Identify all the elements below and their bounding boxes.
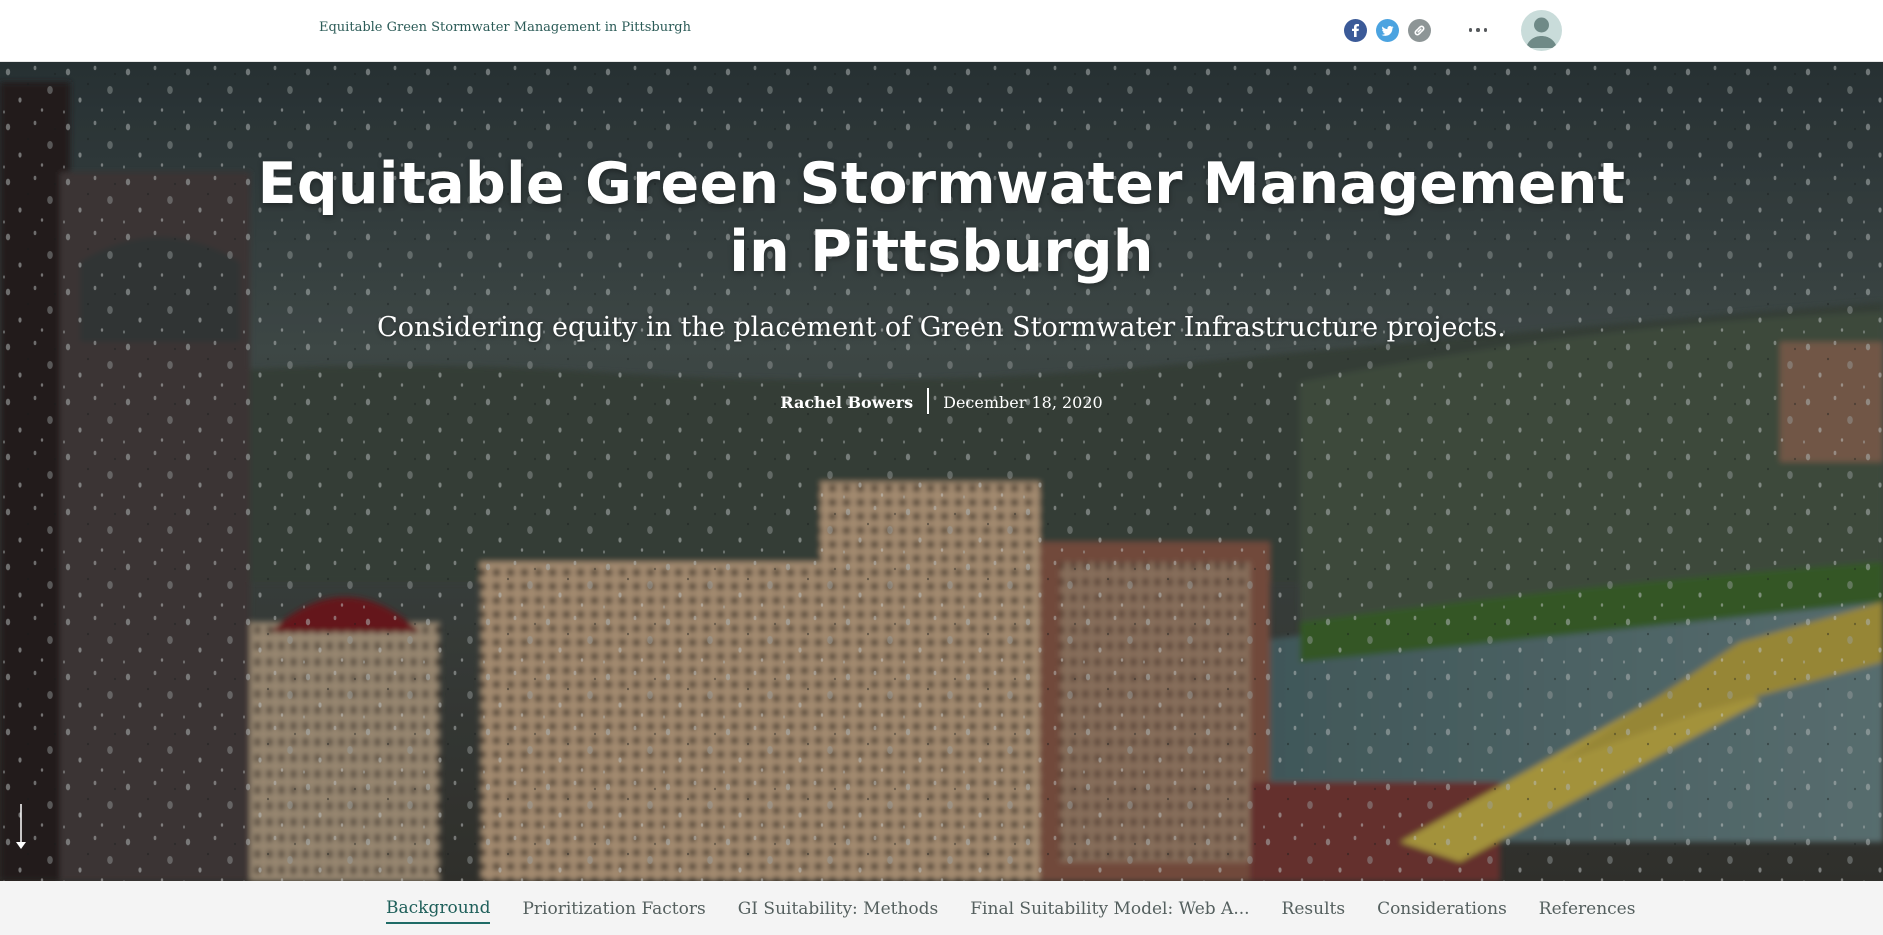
hero-title: Equitable Green Stormwater Management in… (257, 151, 1626, 285)
ellipsis-icon[interactable] (1463, 16, 1493, 44)
byline: Rachel Bowers December 18, 2020 (0, 388, 1883, 414)
hero-subtitle: Considering equity in the placement of G… (377, 312, 1506, 343)
publish-date: December 18, 2020 (943, 392, 1103, 412)
section-nav-items: Background Prioritization Factors GI Sui… (386, 881, 1667, 935)
nav-item-considerations[interactable]: Considerations (1377, 893, 1507, 923)
hero-section: Equitable Green Stormwater Management in… (0, 62, 1883, 881)
user-avatar-icon[interactable] (1521, 10, 1562, 51)
section-nav: Background Prioritization Factors GI Sui… (0, 881, 1883, 935)
ellipsis-dot (1483, 28, 1488, 32)
nav-item-references[interactable]: References (1539, 893, 1636, 923)
top-header: Equitable Green Stormwater Management in… (0, 0, 1883, 62)
nav-item-final-suitability-model[interactable]: Final Suitability Model: Web A... (970, 893, 1249, 923)
arrow-down-icon[interactable] (14, 804, 28, 854)
header-story-title[interactable]: Equitable Green Stormwater Management in… (319, 20, 691, 35)
ellipsis-dot (1468, 28, 1473, 32)
nav-item-background[interactable]: Background (386, 892, 491, 924)
nav-item-prioritization-factors[interactable]: Prioritization Factors (522, 893, 705, 923)
author-name: Rachel Bowers (780, 392, 914, 412)
twitter-icon[interactable] (1376, 19, 1399, 42)
link-icon[interactable] (1408, 19, 1431, 42)
nav-item-gi-suitability-methods[interactable]: GI Suitability: Methods (738, 893, 939, 923)
facebook-icon[interactable] (1344, 19, 1367, 42)
ellipsis-dot (1476, 28, 1480, 32)
nav-item-results[interactable]: Results (1282, 893, 1346, 923)
